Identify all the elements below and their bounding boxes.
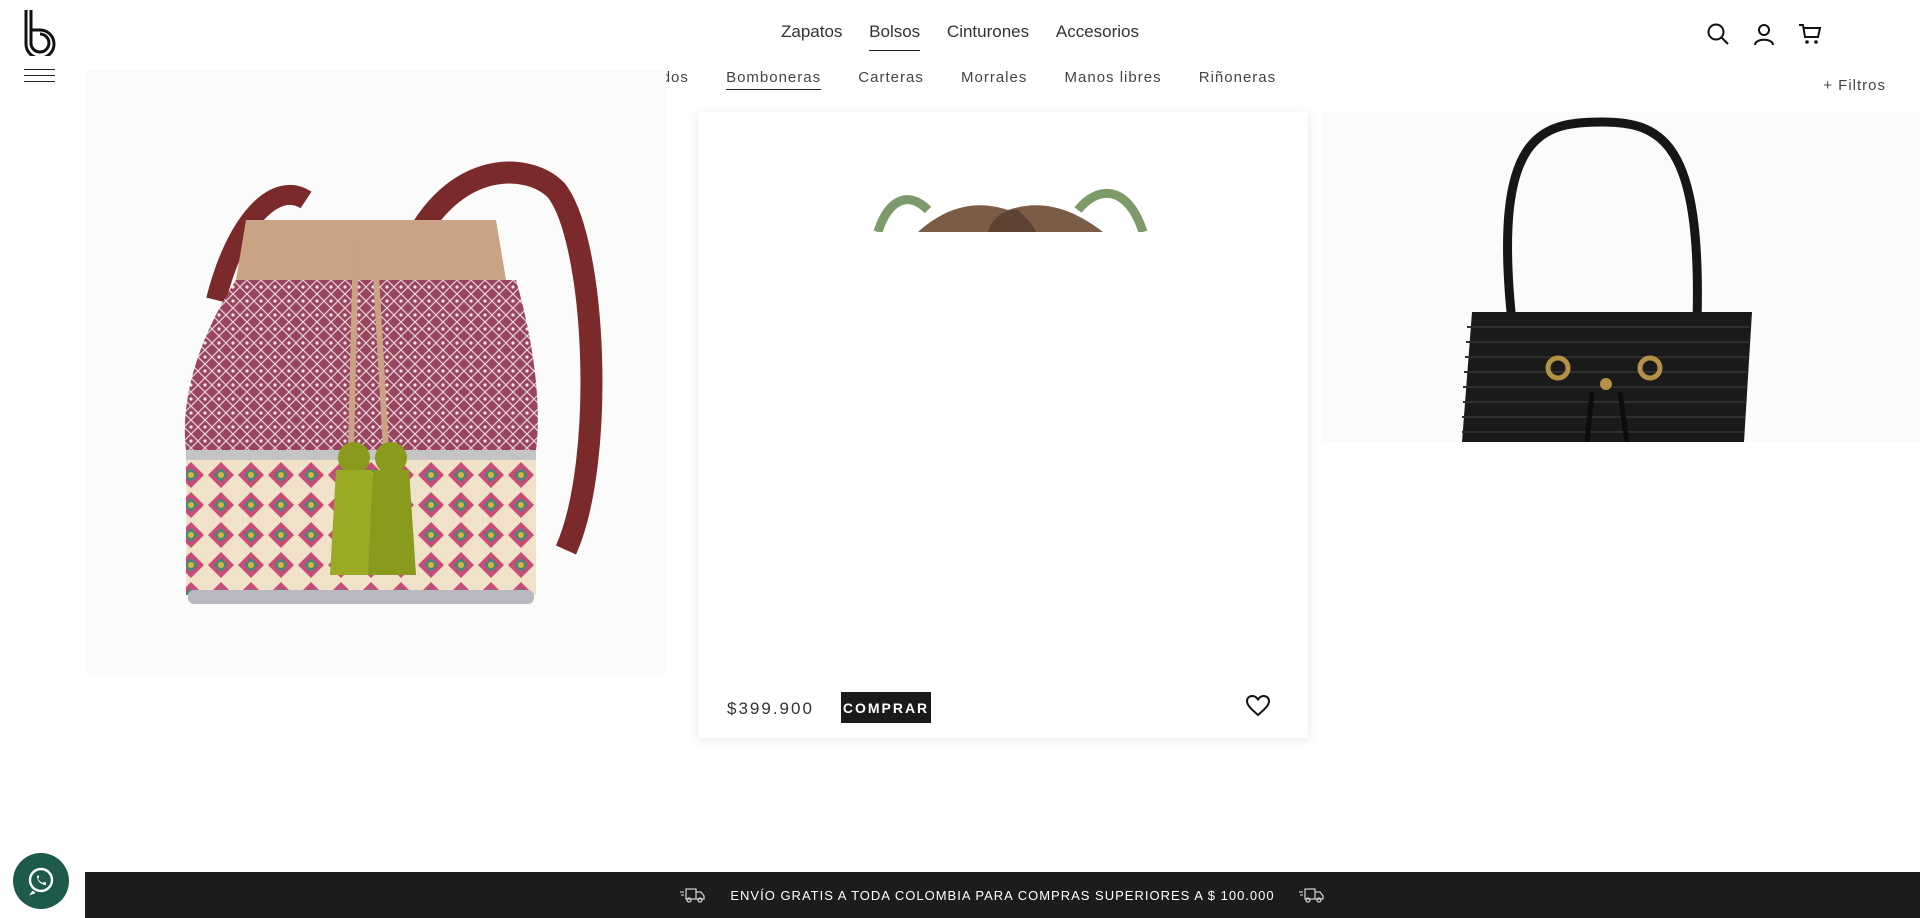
whatsapp-button[interactable]: [13, 853, 69, 909]
search-icon[interactable]: [1706, 22, 1730, 46]
filters-button[interactable]: + Filtros: [1823, 77, 1886, 94]
product-card[interactable]: $399.900 COMPRAR: [698, 112, 1308, 738]
header-actions: [1706, 22, 1822, 46]
bucket-bag-black-image: [1462, 117, 1752, 443]
delivery-truck-icon: [680, 888, 706, 903]
shipping-banner: ENVÍO GRATIS A TODA COLOMBIA PARA COMPRA…: [85, 872, 1920, 918]
main-nav: Zapatos Bolsos Cinturones Accesorios: [0, 22, 1920, 51]
bucket-bag-embroidered-image: [184, 161, 603, 604]
category-rinoneras[interactable]: Riñoneras: [1199, 69, 1276, 89]
product-tile[interactable]: [1322, 112, 1920, 443]
main-nav-zapatos[interactable]: Zapatos: [781, 22, 842, 50]
whatsapp-icon: [28, 867, 54, 896]
cart-icon[interactable]: [1798, 22, 1822, 46]
heart-icon[interactable]: [1246, 695, 1270, 717]
main-nav-bolsos[interactable]: Bolsos: [869, 22, 921, 51]
category-manos-libres[interactable]: Manos libres: [1065, 69, 1162, 89]
category-carteras[interactable]: Carteras: [858, 69, 924, 89]
buy-button[interactable]: COMPRAR: [841, 692, 931, 723]
main-nav-cinturones[interactable]: Cinturones: [947, 22, 1029, 50]
user-icon[interactable]: [1752, 22, 1776, 46]
product-tile[interactable]: [86, 70, 666, 675]
bucket-bag-metallic-image: [873, 188, 1148, 232]
main-nav-accesorios[interactable]: Accesorios: [1056, 22, 1139, 50]
product-price: $399.900: [727, 699, 814, 718]
delivery-truck-icon: [1298, 888, 1324, 903]
category-bomboneras[interactable]: Bomboneras: [726, 69, 822, 90]
shipping-banner-text: ENVÍO GRATIS A TODA COLOMBIA PARA COMPRA…: [730, 887, 1275, 903]
category-morrales[interactable]: Morrales: [961, 69, 1027, 89]
